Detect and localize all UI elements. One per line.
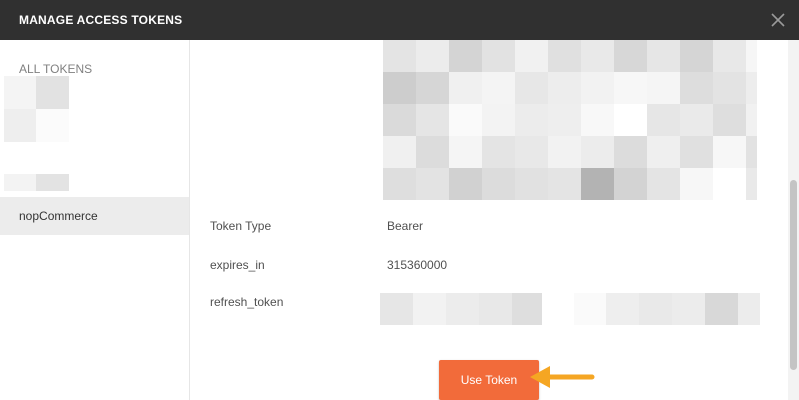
token-type-value: Bearer bbox=[387, 219, 424, 233]
redacted-refresh-token bbox=[380, 293, 760, 325]
dialog-header: MANAGE ACCESS TOKENS bbox=[0, 0, 799, 40]
all-tokens-label: ALL TOKENS bbox=[19, 62, 93, 76]
redacted-token-name[interactable] bbox=[4, 76, 69, 142]
token-sidebar: ALL TOKENS nopCommerce bbox=[0, 40, 190, 400]
expires-in-value: 315360000 bbox=[387, 258, 448, 272]
pointer-arrow-icon bbox=[530, 366, 595, 388]
sidebar-item-label: nopCommerce bbox=[19, 209, 98, 223]
use-token-button[interactable]: Use Token bbox=[439, 360, 539, 400]
token-details-panel: Token Type Bearer expires_in 315360000 r… bbox=[190, 40, 787, 400]
refresh-token-label: refresh_token bbox=[210, 295, 284, 309]
scrollbar[interactable] bbox=[788, 40, 799, 400]
redacted-token-name[interactable] bbox=[4, 174, 69, 191]
close-icon[interactable] bbox=[769, 11, 787, 29]
scrollbar-thumb[interactable] bbox=[790, 180, 797, 370]
dialog-title: MANAGE ACCESS TOKENS bbox=[19, 13, 183, 27]
token-type-label: Token Type bbox=[210, 219, 272, 233]
sidebar-item-nopcommerce[interactable]: nopCommerce bbox=[0, 197, 189, 235]
manage-access-tokens-dialog: MANAGE ACCESS TOKENS ALL TOKENS nopComme… bbox=[0, 0, 799, 400]
redacted-access-token bbox=[383, 40, 757, 200]
expires-in-label: expires_in bbox=[210, 258, 265, 272]
